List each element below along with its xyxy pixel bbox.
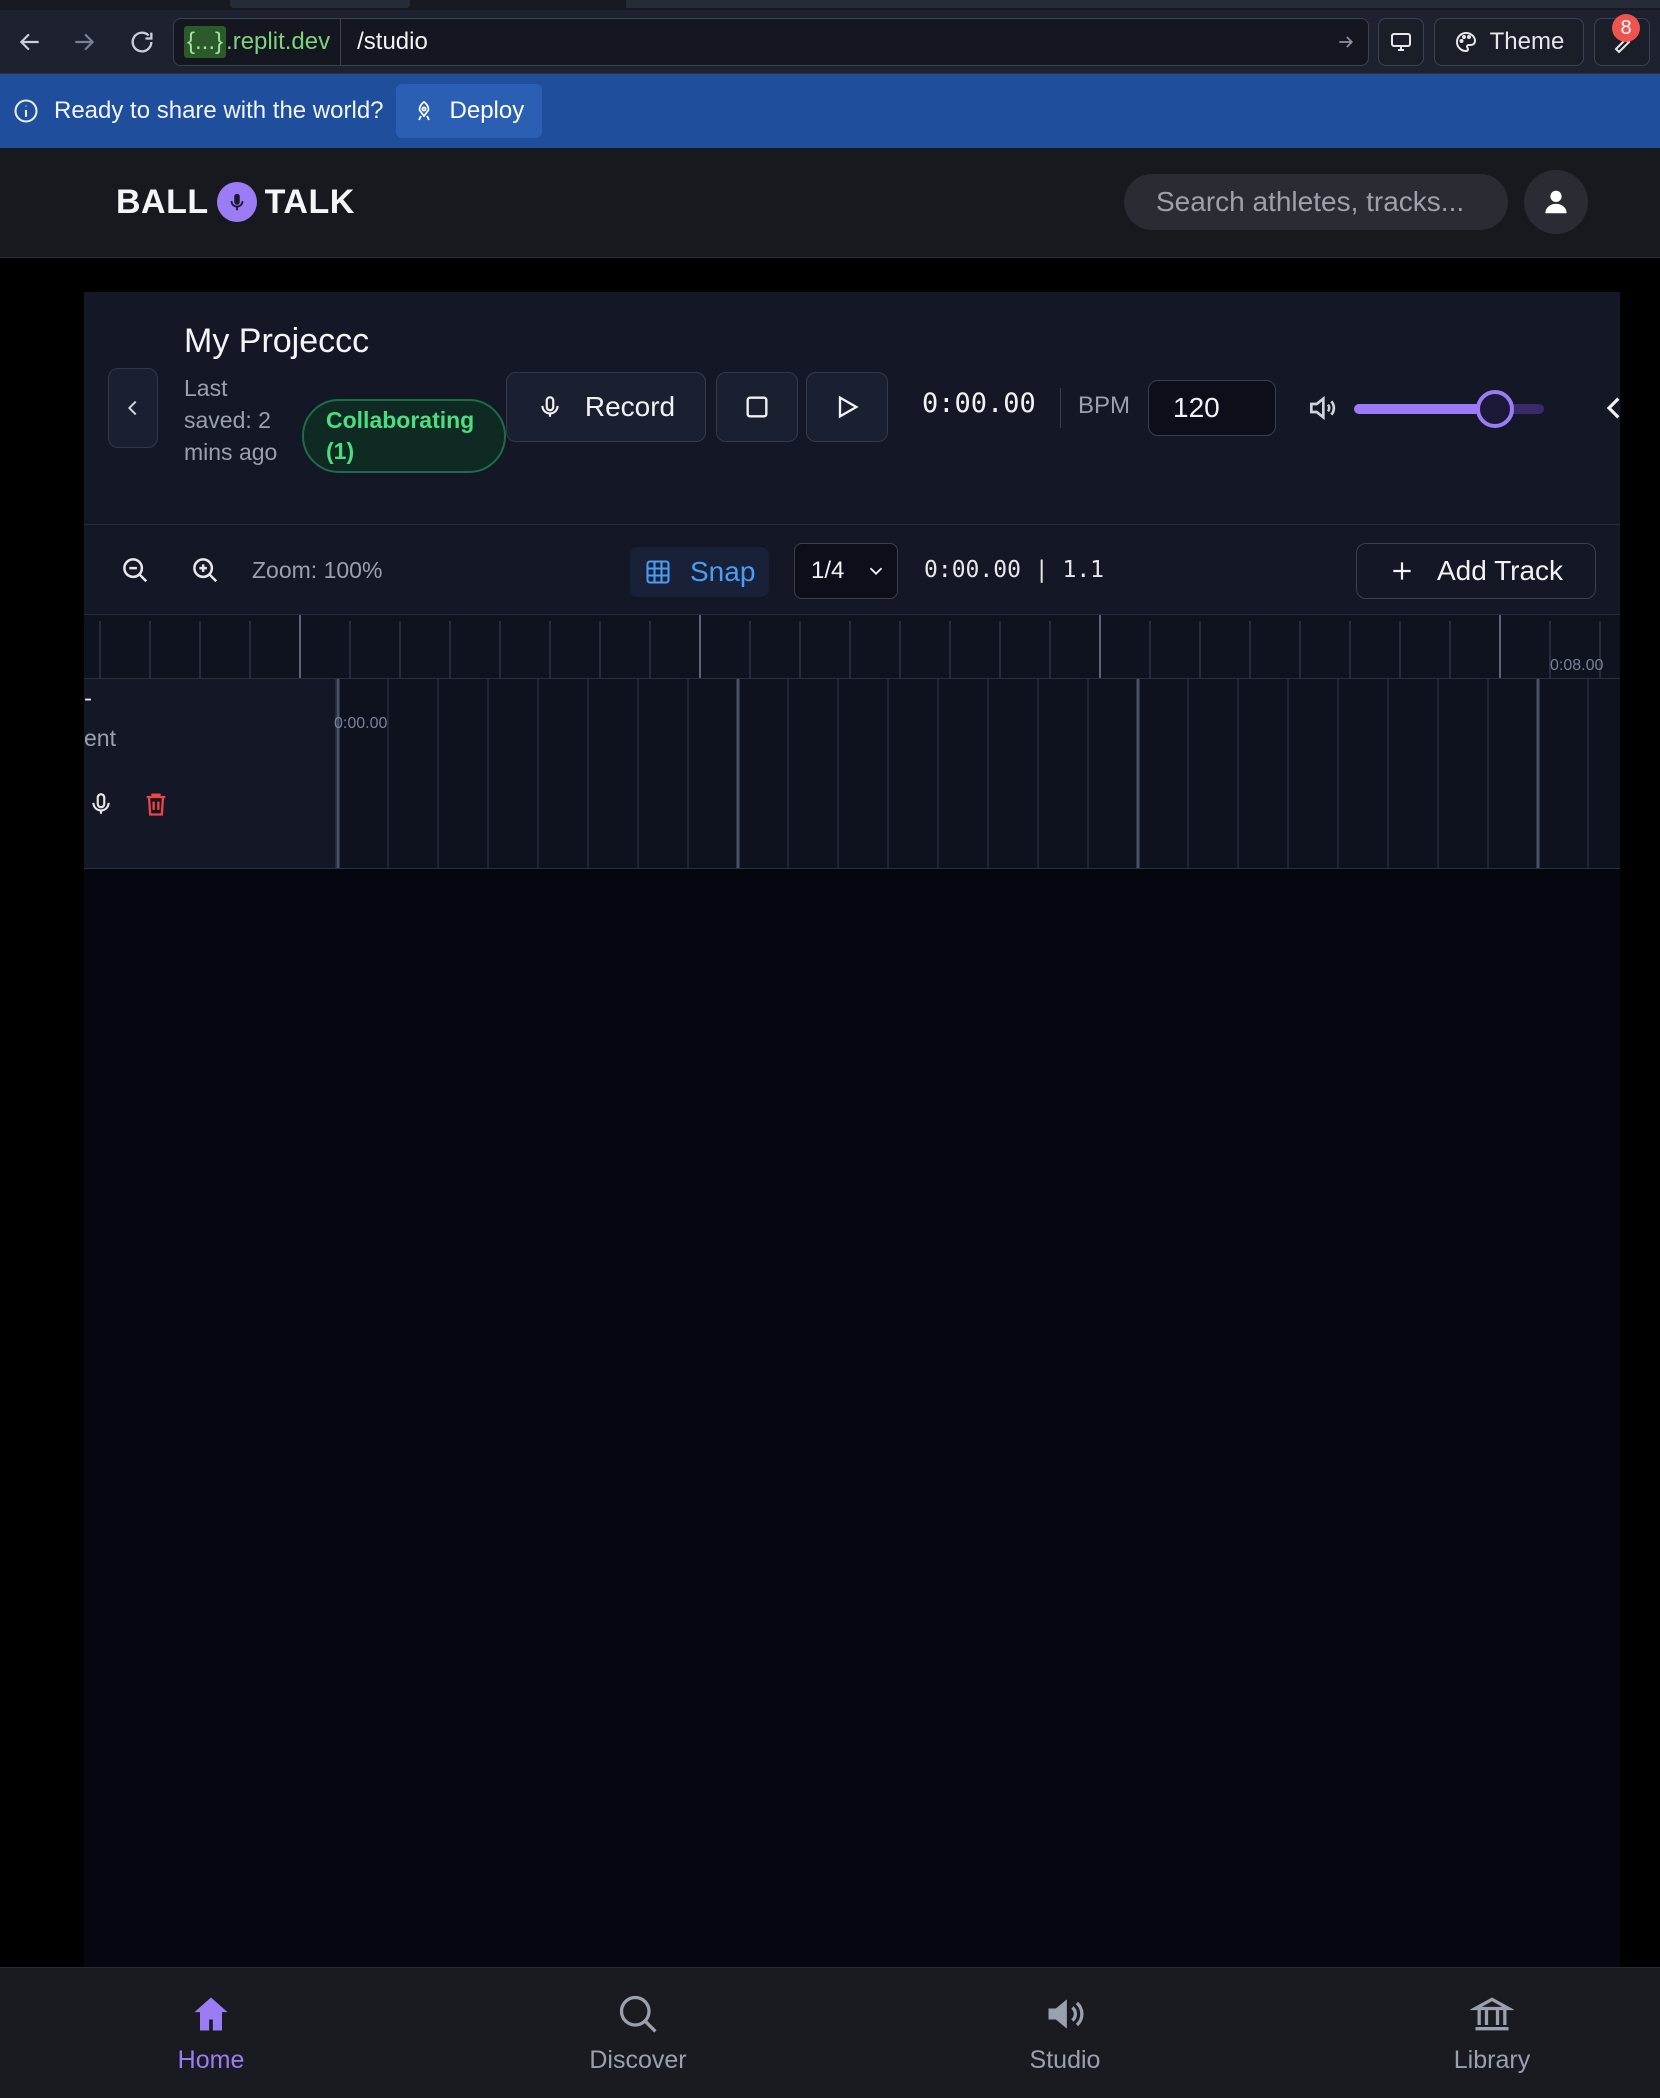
nav-home[interactable]: Home — [131, 1992, 291, 2075]
play-icon — [838, 395, 859, 419]
track-lane[interactable] — [336, 679, 1620, 868]
nav-studio[interactable]: Studio — [985, 1992, 1145, 2075]
timeline-controls: Zoom: 100% Snap 1/4 0:00.00 | 1.1 Add Tr… — [84, 525, 1620, 615]
volume-slider[interactable] — [1354, 390, 1544, 428]
collaborating-badge[interactable]: Collaborating (1) — [302, 399, 506, 473]
search-input[interactable]: Search athletes, tracks... — [1124, 174, 1508, 230]
url-bar[interactable]: {...} .replit.dev /studio — [173, 18, 1369, 66]
screen-icon[interactable] — [1378, 18, 1424, 66]
go-arrow-icon[interactable] — [1324, 32, 1368, 52]
nav-library-label: Library — [1453, 2046, 1531, 2074]
deploy-banner: Ready to share with the world? Deploy — [0, 74, 1660, 148]
add-track-label: Add Track — [1436, 555, 1564, 586]
snap-label: Snap — [690, 556, 756, 587]
home-icon — [194, 1997, 228, 2031]
zoom-in-icon[interactable] — [190, 555, 220, 590]
record-button[interactable]: Record — [506, 372, 706, 442]
theme-button[interactable]: Theme — [1434, 18, 1584, 66]
notification-badge: 8 — [1612, 14, 1640, 42]
zoom-out-icon[interactable] — [120, 555, 150, 590]
collapse-panel-icon[interactable] — [1602, 392, 1624, 429]
microphone-icon — [216, 182, 257, 222]
logo-right-text: TALK — [264, 182, 355, 221]
ruler-ticks — [99, 615, 1601, 678]
nav-discover-label: Discover — [589, 2046, 687, 2074]
snap-toggle[interactable]: Snap — [630, 547, 770, 597]
palette-icon — [1455, 31, 1476, 53]
track-subtitle: ent — [84, 725, 116, 751]
user-icon — [1545, 190, 1567, 214]
microphone-icon — [541, 396, 559, 417]
grid-size-select[interactable]: 1/4 — [794, 543, 898, 599]
info-icon — [14, 99, 38, 123]
plus-icon — [1393, 562, 1411, 580]
delete-track-icon[interactable] — [142, 789, 170, 824]
timeline-ruler[interactable]: 0:08.00 — [84, 615, 1620, 679]
url-host-domain: .replit.dev — [226, 28, 331, 55]
lane-time-label: 0:00.00 — [334, 715, 388, 732]
divider — [1060, 388, 1061, 428]
logo-left-text: BALL — [116, 182, 209, 221]
url-host-prefix: {...} — [184, 26, 227, 58]
browser-tabstrip — [0, 0, 1660, 10]
forward-icon[interactable] — [64, 22, 104, 62]
record-label: Record — [584, 391, 676, 422]
add-track-button[interactable]: Add Track — [1356, 543, 1596, 599]
grid-size-value: 1/4 — [811, 557, 845, 584]
stop-button[interactable] — [716, 372, 798, 442]
browser-toolbar: {...} .replit.dev /studio Theme 8 — [0, 0, 1660, 74]
project-title[interactable]: My Projeccc — [184, 322, 369, 361]
play-button[interactable] — [806, 372, 888, 442]
grid-icon — [646, 560, 670, 584]
playhead-time: 0:00.00 — [922, 388, 1036, 419]
position-readout: 0:00.00 | 1.1 — [924, 557, 1105, 583]
ruler-time-label: 0:08.00 — [1550, 657, 1604, 674]
theme-label: Theme — [1489, 28, 1565, 55]
transport-toolbar: My Projeccc Last saved: 2 mins ago Colla… — [84, 292, 1620, 525]
track-name[interactable]: - — [84, 685, 92, 713]
bottom-navigation: Home Discover Studio Library — [0, 1967, 1660, 2098]
zoom-level: Zoom: 100% — [252, 557, 383, 583]
app-header: BALL TALK Search athletes, tracks... — [0, 148, 1660, 258]
reload-icon[interactable] — [122, 22, 162, 62]
track-row: - ent 0:00.00 — [84, 679, 1620, 869]
rocket-icon — [417, 100, 430, 121]
speaker-icon — [1048, 1999, 1084, 2029]
nav-home-label: Home — [177, 2046, 245, 2074]
nav-discover[interactable]: Discover — [558, 1992, 718, 2075]
url-host: {...} .replit.dev — [174, 19, 342, 65]
bpm-label: BPM — [1078, 392, 1131, 419]
nav-studio-label: Studio — [1029, 2046, 1101, 2074]
last-saved-status: Last saved: 2 mins ago — [184, 375, 278, 465]
bpm-input[interactable]: 120 — [1148, 380, 1276, 436]
user-avatar[interactable] — [1524, 170, 1588, 234]
search-icon — [619, 1995, 657, 2033]
studio-workspace: My Projeccc Last saved: 2 mins ago Colla… — [84, 292, 1620, 1967]
banner-message: Ready to share with the world? — [54, 97, 384, 124]
chevron-left-icon — [127, 400, 137, 416]
library-icon — [1470, 1997, 1514, 2031]
app-root: {...} .replit.dev /studio Theme 8 Ready t… — [0, 0, 1660, 2098]
nav-library[interactable]: Library — [1412, 1992, 1572, 2075]
ball-talk-logo[interactable]: BALL TALK — [116, 182, 355, 222]
volume-icon[interactable] — [1306, 392, 1338, 429]
deploy-button[interactable]: Deploy — [395, 84, 543, 138]
back-icon[interactable] — [10, 22, 50, 62]
deploy-label: Deploy — [449, 97, 525, 124]
track-header: - ent — [84, 679, 336, 868]
track-arm-icon[interactable] — [88, 789, 114, 824]
volume-slider-thumb[interactable] — [1475, 390, 1514, 428]
back-button[interactable] — [108, 368, 158, 448]
volume-slider-fill — [1354, 404, 1495, 414]
chevron-down-icon — [869, 567, 883, 576]
stop-icon — [746, 396, 768, 418]
lane-grid — [336, 679, 1589, 868]
url-path[interactable]: /studio — [341, 28, 1324, 56]
